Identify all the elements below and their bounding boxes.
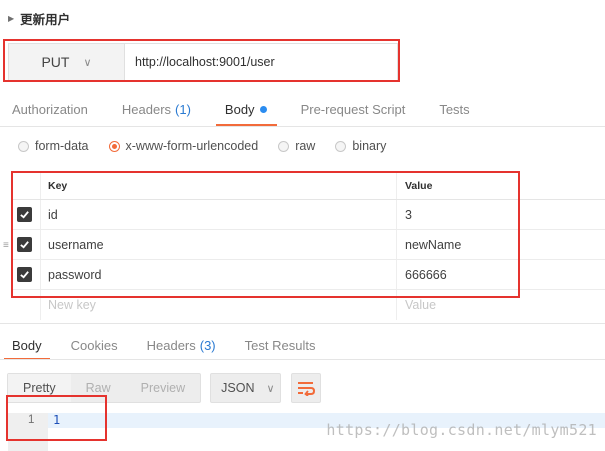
row-check-cell [12, 267, 40, 282]
radio-icon[interactable] [18, 140, 29, 152]
params-table: Key Value id 3 username newName password… [12, 172, 605, 320]
tab-divider [0, 126, 605, 127]
tab-body[interactable]: Body [213, 92, 277, 126]
tab-label: Cookies [70, 337, 118, 353]
modified-dot-icon [259, 105, 267, 113]
pretty-button[interactable]: Pretty [8, 374, 71, 402]
new-row: New key Value [12, 290, 605, 320]
tab-label: Tests [439, 101, 470, 117]
table-row: password 666666 [12, 260, 605, 290]
radio-label: binary [352, 139, 387, 153]
view-mode-group: Pretty Raw Preview [7, 373, 202, 403]
new-key-input[interactable]: New key [40, 290, 396, 320]
chevron-down-icon: ∨ [83, 56, 92, 69]
caret-right-icon[interactable]: ▶ [8, 14, 14, 23]
tab-test-results[interactable]: Test Results [233, 331, 316, 359]
request-title-label: 更新用户 [20, 12, 71, 27]
tab-cookies[interactable]: Cookies [59, 331, 118, 359]
url-bar: PUT ∨ http://localhost:9001/user [8, 43, 398, 81]
tab-label: Body [12, 337, 42, 353]
tab-label: Body [224, 101, 255, 117]
table-row: username newName [12, 230, 605, 260]
url-text: http://localhost:9001/user [135, 55, 275, 69]
format-select[interactable]: JSON ∨ [210, 373, 282, 403]
radio-binary[interactable]: binary [335, 139, 386, 153]
preview-button[interactable]: Preview [126, 374, 200, 402]
response-tabs: Body Cookies Headers (3) Test Results [0, 331, 605, 360]
table-row: id 3 [12, 200, 605, 230]
key-cell[interactable]: id [40, 200, 396, 229]
drag-handle-icon[interactable]: ≡ [3, 241, 9, 251]
response-content: 1 [53, 413, 61, 427]
tab-divider [0, 359, 605, 360]
radio-label: form-data [35, 139, 89, 153]
tab-authorization[interactable]: Authorization [0, 92, 88, 126]
tab-headers[interactable]: Headers (1) [110, 92, 191, 126]
radio-icon[interactable] [278, 140, 290, 152]
radio-raw[interactable]: raw [278, 139, 315, 153]
tab-pre-request-script[interactable]: Pre-request Script [289, 92, 406, 126]
tab-response-body[interactable]: Body [0, 331, 50, 360]
watermark-text: https://blog.csdn.net/mlym521 [326, 421, 597, 439]
method-label: PUT [41, 54, 70, 70]
radio-label: x-www-form-urlencoded [125, 139, 259, 153]
tab-response-headers[interactable]: Headers (3) [135, 331, 216, 359]
request-tabs: Authorization Headers (1) Body Pre-reques… [0, 92, 605, 126]
body-mode-options: form-data x-www-form-urlencoded raw bina… [18, 136, 406, 156]
tab-label: Headers [121, 101, 172, 117]
radio-label: raw [295, 139, 316, 153]
key-header: Key [40, 172, 396, 199]
url-input[interactable]: http://localhost:9001/user [125, 44, 397, 80]
radio-icon[interactable] [335, 140, 347, 152]
checkbox-checked-icon[interactable] [17, 237, 32, 252]
checkbox-checked-icon[interactable] [17, 207, 32, 222]
tab-count: (1) [175, 101, 191, 117]
radio-x-www-form-urlencoded[interactable]: x-www-form-urlencoded [108, 139, 259, 153]
row-check-cell [12, 237, 40, 252]
checkbox-checked-icon[interactable] [17, 267, 32, 282]
tab-label: Authorization [12, 101, 88, 117]
format-label: JSON [221, 381, 255, 395]
wrap-lines-button[interactable] [291, 373, 322, 403]
response-toolbar: Pretty Raw Preview JSON ∨ [7, 373, 322, 403]
value-cell[interactable]: 666666 [396, 260, 605, 289]
request-title[interactable]: ▶ 更新用户 [8, 9, 70, 27]
value-cell[interactable]: newName [396, 230, 605, 259]
tab-label: Test Results [244, 337, 316, 353]
new-value-input[interactable]: Value [396, 290, 605, 320]
section-divider [0, 323, 605, 324]
value-cell[interactable]: 3 [396, 200, 605, 229]
tab-tests[interactable]: Tests [427, 92, 469, 126]
row-check-cell [12, 207, 40, 222]
value-header: Value [396, 172, 605, 199]
key-cell[interactable]: password [40, 260, 396, 289]
table-header: Key Value [12, 172, 605, 200]
chevron-down-icon: ∨ [266, 382, 275, 395]
key-cell[interactable]: username [40, 230, 396, 259]
radio-form-data[interactable]: form-data [18, 139, 89, 153]
tab-label: Headers [146, 337, 196, 353]
tab-label: Pre-request Script [300, 101, 406, 117]
method-select[interactable]: PUT ∨ [9, 44, 125, 80]
tab-count: (3) [199, 337, 216, 353]
raw-button[interactable]: Raw [71, 374, 126, 402]
line-number: 1 [28, 414, 35, 426]
wrap-lines-icon [298, 382, 316, 396]
radio-selected-icon[interactable] [108, 140, 120, 152]
